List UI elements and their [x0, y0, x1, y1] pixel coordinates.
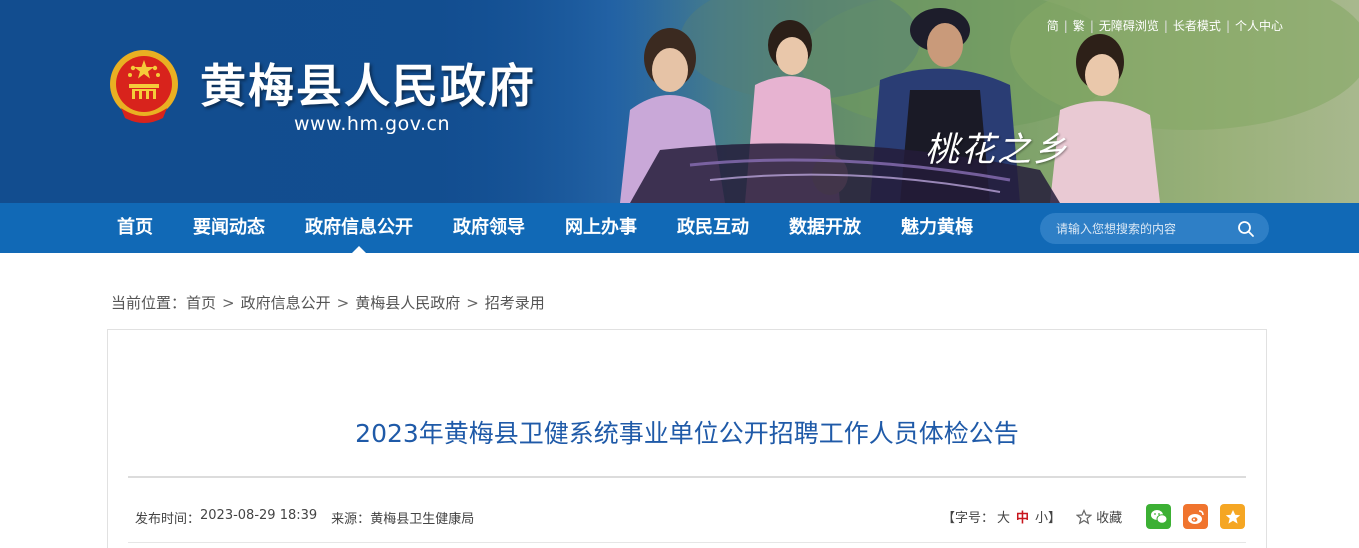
traditional-chinese-link[interactable]: 繁	[1073, 17, 1085, 34]
separator: |	[1163, 18, 1168, 33]
breadcrumb-separator: >	[466, 293, 479, 312]
nav-item-home[interactable]: 首页	[97, 203, 173, 253]
breadcrumb: 当前位置： 首页 > 政府信息公开 > 黄梅县人民政府 > 招考录用	[111, 292, 545, 313]
weibo-icon	[1187, 509, 1204, 524]
separator: |	[1089, 18, 1094, 33]
breadcrumb-prefix: 当前位置：	[111, 294, 187, 312]
header-banner: 黄梅县人民政府 www.hm.gov.cn 桃花之乡 简 | 繁 | 无障碍浏览…	[0, 0, 1359, 203]
search-box	[1040, 213, 1269, 244]
wechat-icon	[1150, 509, 1167, 524]
nav-item-huangmei[interactable]: 魅力黄梅	[881, 203, 993, 253]
star-outline-icon	[1076, 508, 1093, 524]
meta-divider	[128, 542, 1246, 543]
star-icon	[1225, 509, 1240, 524]
breadcrumb-separator: >	[336, 293, 350, 312]
personal-center-link[interactable]: 个人中心	[1235, 17, 1283, 34]
favorite-label: 收藏	[1096, 511, 1123, 526]
publish-time-label: 发布时间：	[135, 512, 201, 527]
favorite-share-button[interactable]	[1220, 504, 1245, 529]
separator: |	[1063, 18, 1068, 33]
simplified-chinese-link[interactable]: 简	[1047, 17, 1059, 34]
main-nav: 首页 要闻动态 政府信息公开 政府领导 网上办事 政民互动 数据开放 魅力黄梅	[0, 203, 1359, 253]
favorite-button[interactable]: 收藏	[1076, 507, 1122, 526]
site-title: 黄梅县人民政府	[200, 59, 536, 113]
nav-item-interaction[interactable]: 政民互动	[657, 203, 769, 253]
article-title: 2023年黄梅县卫健系统事业单位公开招聘工作人员体检公告	[355, 419, 1019, 448]
nav-items: 首页 要闻动态 政府信息公开 政府领导 网上办事 政民互动 数据开放 魅力黄梅	[97, 203, 993, 253]
font-size-small[interactable]: 小】	[1035, 507, 1061, 526]
weibo-share-button[interactable]	[1183, 504, 1208, 529]
top-links: 简 | 繁 | 无障碍浏览 | 长者模式 | 个人中心	[1047, 17, 1283, 34]
title-divider	[128, 476, 1246, 478]
nav-item-open-data[interactable]: 数据开放	[769, 203, 881, 253]
slogan-calligraphy: 桃花之乡	[925, 130, 1069, 170]
nav-item-leaders[interactable]: 政府领导	[433, 203, 545, 253]
article-tools: 【字号： 大 中 小】 收藏	[942, 507, 1122, 526]
source: 黄梅县卫生健康局	[370, 512, 475, 527]
publish-time: 2023-08-29 18:39	[200, 508, 318, 523]
font-size-medium[interactable]: 中	[1016, 507, 1029, 526]
breadcrumb-county-gov[interactable]: 黄梅县人民政府	[355, 292, 460, 313]
breadcrumb-recruitment[interactable]: 招考录用	[485, 292, 545, 313]
breadcrumb-gov-info[interactable]: 政府信息公开	[241, 292, 331, 313]
site-url: www.hm.gov.cn	[294, 113, 450, 135]
breadcrumb-home[interactable]: 首页	[186, 292, 216, 313]
font-size-label: 【字号：	[942, 511, 995, 526]
article-container: 2023年黄梅县卫健系统事业单位公开招聘工作人员体检公告 发布时间： 2023-…	[107, 329, 1267, 548]
elder-mode-link[interactable]: 长者模式	[1173, 17, 1221, 34]
national-emblem-icon	[110, 50, 178, 123]
font-size-large[interactable]: 大	[997, 507, 1010, 526]
separator: |	[1225, 18, 1230, 33]
search-icon[interactable]	[1237, 220, 1255, 238]
nav-item-online-services[interactable]: 网上办事	[545, 203, 657, 253]
article-meta: 发布时间： 2023-08-29 18:39 来源： 黄梅县卫生健康局	[135, 508, 474, 527]
nav-item-news[interactable]: 要闻动态	[173, 203, 285, 253]
breadcrumb-separator: >	[222, 293, 235, 312]
nav-item-gov-info[interactable]: 政府信息公开	[285, 203, 433, 253]
search-input[interactable]	[1056, 221, 1236, 236]
wechat-share-button[interactable]	[1146, 504, 1171, 529]
source-label: 来源：	[331, 512, 371, 527]
accessibility-link[interactable]: 无障碍浏览	[1099, 17, 1159, 34]
